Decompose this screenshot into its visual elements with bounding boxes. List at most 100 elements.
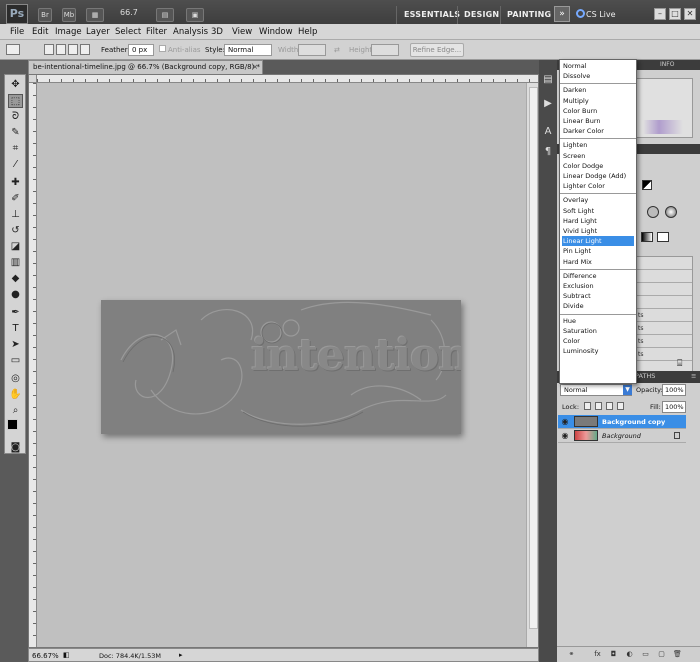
menu-view[interactable]: View [232, 27, 252, 37]
blend-option-lighter-color[interactable]: Lighter Color [562, 181, 634, 191]
character-panel-icon[interactable]: A [542, 126, 554, 138]
opacity-input[interactable]: 100% [662, 384, 686, 396]
blend-option-subtract[interactable]: Subtract [562, 291, 634, 301]
brush-tool-icon[interactable]: ✐ [8, 192, 23, 206]
intersect-selection-icon[interactable] [80, 44, 90, 55]
menu-help[interactable]: Help [298, 27, 317, 37]
blend-option-soft-light[interactable]: Soft Light [562, 206, 634, 216]
blend-option-hard-mix[interactable]: Hard Mix [562, 257, 634, 267]
lasso-tool-icon[interactable]: ᘐ [8, 110, 23, 124]
close-document-icon[interactable]: × [251, 63, 259, 71]
view-extras-button[interactable]: ▦ [86, 8, 104, 22]
new-group-icon[interactable]: ▭ [641, 650, 650, 659]
3d-rotate-tool-icon[interactable]: ◎ [8, 372, 23, 386]
crop-tool-icon[interactable]: ⌗ [8, 142, 23, 156]
lock-image-icon[interactable] [595, 402, 602, 410]
workspace-design[interactable]: DESIGN [464, 10, 499, 19]
list-item[interactable]: ts [636, 348, 692, 361]
hand-tool-icon[interactable]: ✋ [8, 388, 23, 402]
blur-tool-icon[interactable]: ◆ [8, 272, 23, 286]
spot-healing-tool-icon[interactable]: ✚ [8, 176, 23, 190]
actions-panel-icon[interactable]: ▶ [542, 98, 554, 110]
camera-icon[interactable]: ⌸ [677, 359, 682, 369]
blend-option-screen[interactable]: Screen [562, 151, 634, 161]
delete-layer-icon[interactable]: 🗑 [673, 650, 682, 659]
menu-layer[interactable]: Layer [86, 27, 110, 37]
more-workspaces-button[interactable]: » [554, 6, 570, 22]
blend-option-color-burn[interactable]: Color Burn [562, 106, 634, 116]
blend-option-pin-light[interactable]: Pin Light [562, 246, 634, 256]
blend-option-color-dodge[interactable]: Color Dodge [562, 161, 634, 171]
blend-option-difference[interactable]: Difference [562, 271, 634, 281]
zoom-tool-icon[interactable]: ⌕ [8, 404, 23, 418]
blend-option-overlay[interactable]: Overlay [562, 195, 634, 205]
type-tool-icon[interactable]: T [8, 322, 23, 336]
workspace-essentials[interactable]: ESSENTIALS [404, 10, 460, 19]
selective-color-icon[interactable] [657, 232, 669, 242]
bridge-button[interactable]: Br [38, 8, 52, 22]
blend-option-vivid-light[interactable]: Vivid Light [562, 226, 634, 236]
rectangle-tool-icon[interactable]: ▭ [8, 354, 23, 368]
maximize-button[interactable]: □ [669, 8, 681, 20]
adjustment-icon[interactable] [642, 180, 652, 190]
menu-window[interactable]: Window [259, 27, 293, 37]
visibility-eye-icon[interactable]: ◉ [560, 417, 570, 427]
foreground-color-swatch[interactable] [7, 419, 18, 430]
menu-filter[interactable]: Filter [146, 27, 167, 37]
tool-preset-icon[interactable] [6, 44, 20, 55]
layer-row-background[interactable]: ◉ Background [558, 429, 686, 443]
blend-option-hue[interactable]: Hue [562, 316, 634, 326]
blend-option-dissolve[interactable]: Dissolve [562, 71, 634, 81]
gradient-map-icon[interactable] [641, 232, 653, 242]
link-layers-icon[interactable]: ⚭ [567, 650, 576, 659]
style-select[interactable]: Normal [224, 44, 272, 56]
workspace-painting[interactable]: PAINTING [507, 10, 551, 19]
lock-position-icon[interactable] [606, 402, 613, 410]
paragraph-panel-icon[interactable]: ¶ [542, 146, 554, 158]
layer-style-icon[interactable]: fx [593, 650, 602, 659]
blend-option-saturation[interactable]: Saturation [562, 326, 634, 336]
clone-stamp-tool-icon[interactable]: ⊥ [8, 208, 23, 222]
eraser-tool-icon[interactable]: ◪ [8, 240, 23, 254]
zoom-level[interactable]: 66.7 [120, 8, 138, 17]
tab-info[interactable]: INFO [657, 60, 677, 70]
fill-input[interactable]: 100% [662, 401, 686, 413]
width-input[interactable] [298, 44, 326, 56]
blend-option-hard-light[interactable]: Hard Light [562, 216, 634, 226]
layer-row-background-copy[interactable]: ◉ Background copy [558, 415, 686, 429]
blend-option-lighten[interactable]: Lighten [562, 140, 634, 150]
blend-option-linear-light[interactable]: Linear Light [562, 236, 634, 247]
horizontal-ruler[interactable] [37, 75, 538, 83]
eyedropper-tool-icon[interactable]: ⁄ [8, 158, 23, 172]
menu-edit[interactable]: Edit [32, 27, 48, 37]
list-item[interactable] [636, 270, 692, 283]
move-tool-icon[interactable]: ✥ [8, 78, 23, 92]
blend-option-color[interactable]: Color [562, 336, 634, 346]
blend-option-divide[interactable]: Divide [562, 301, 634, 311]
document-tab[interactable]: be-intentional-timeline.jpg @ 66.7% (Bac… [28, 60, 263, 74]
rectangular-marquee-tool-icon[interactable]: ⬚ [8, 94, 23, 108]
status-info-icon[interactable]: ◧ [63, 651, 70, 659]
history-panel-icon[interactable]: ▤ [542, 74, 554, 86]
blend-option-linear-dodge-add[interactable]: Linear Dodge (Add) [562, 171, 634, 181]
adjustment-layer-icon[interactable]: ◐ [625, 650, 634, 659]
visibility-eye-icon[interactable]: ◉ [560, 431, 570, 441]
list-item[interactable]: ts [636, 335, 692, 348]
vertical-scrollbar[interactable] [526, 83, 538, 647]
cs-live-menu[interactable]: CS Live [586, 10, 616, 19]
image-canvas[interactable]: intentional [101, 300, 461, 434]
refine-edge-button[interactable]: Refine Edge... [410, 43, 464, 57]
blend-option-linear-burn[interactable]: Linear Burn [562, 116, 634, 126]
blend-mode-select[interactable]: Normal [560, 384, 632, 396]
lock-all-icon[interactable] [617, 402, 624, 410]
pen-tool-icon[interactable]: ✒ [8, 306, 23, 320]
tab-paths[interactable]: PATHS [635, 372, 655, 380]
status-zoom-field[interactable]: 66.67% [32, 651, 59, 661]
minimize-button[interactable]: – [654, 8, 666, 20]
list-item[interactable] [636, 296, 692, 309]
close-button[interactable]: ✕ [684, 8, 696, 20]
menu-image[interactable]: Image [55, 27, 82, 37]
subtract-selection-icon[interactable] [68, 44, 78, 55]
gradient-tool-icon[interactable]: ▥ [8, 256, 23, 270]
blend-option-normal[interactable]: Normal [562, 61, 634, 71]
